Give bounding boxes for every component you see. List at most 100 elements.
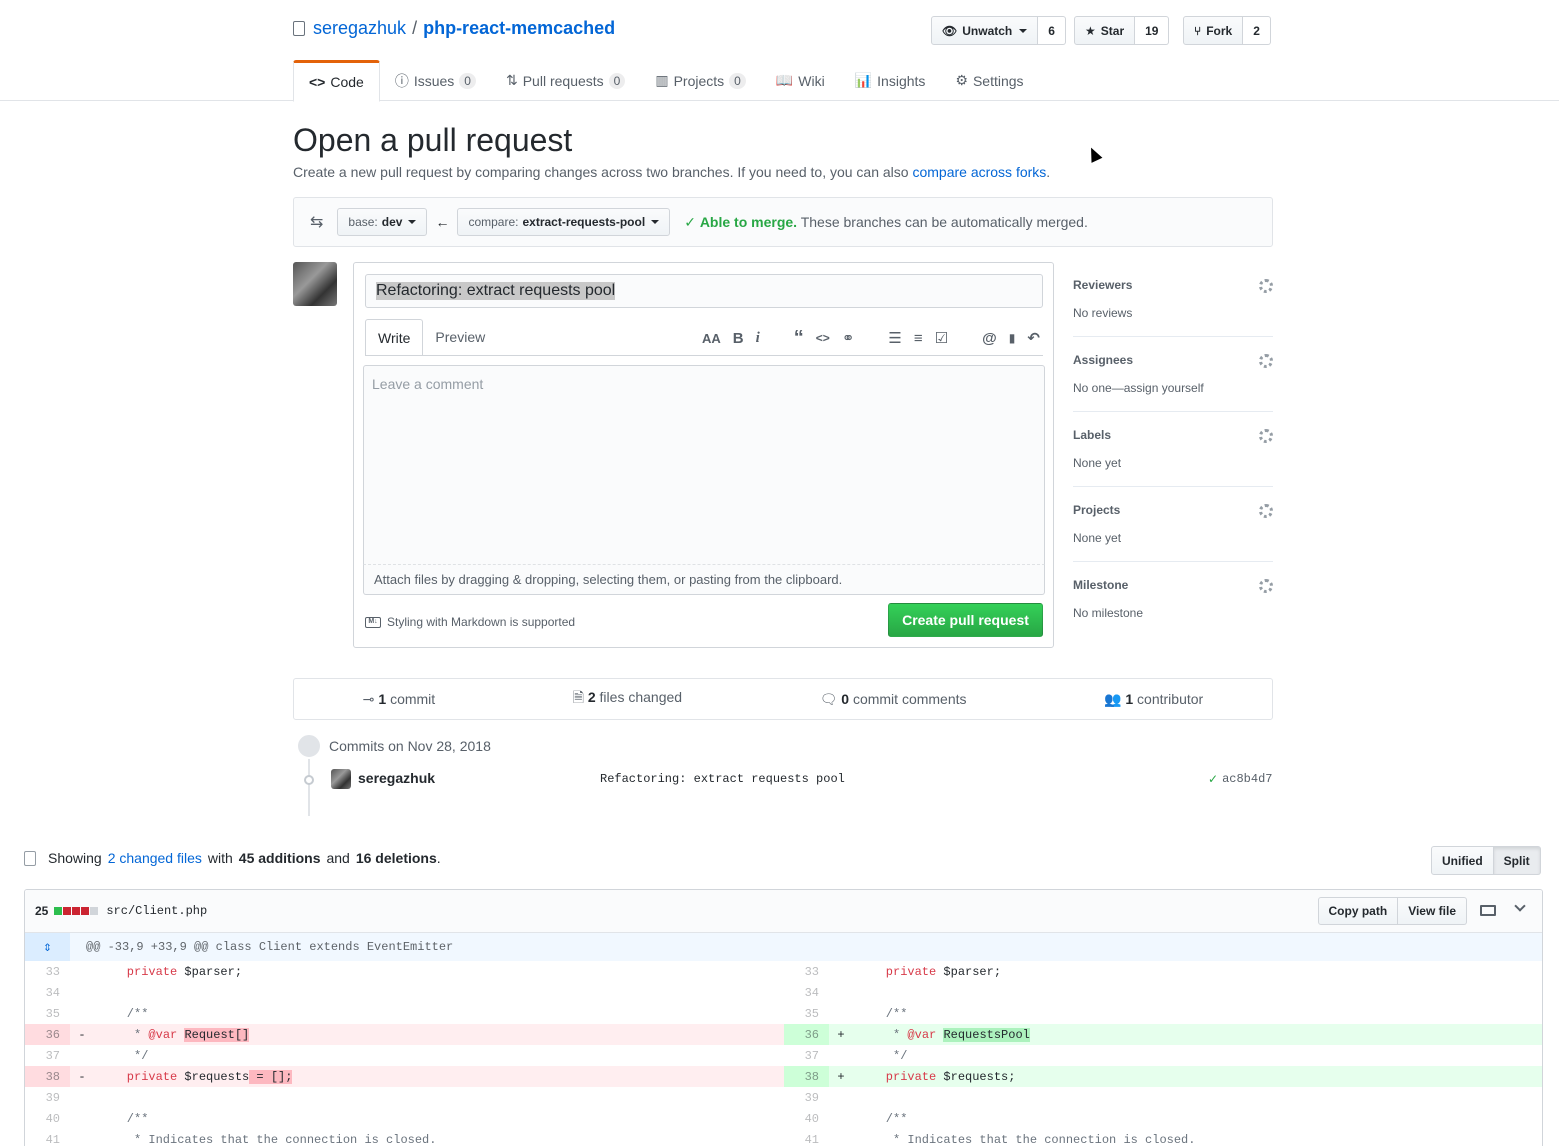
bookmark-icon[interactable]: ▮	[1009, 331, 1016, 345]
repo-owner-link[interactable]: seregazhuk	[313, 18, 406, 39]
star-count[interactable]: 19	[1135, 16, 1170, 45]
sidebar-assignees[interactable]: Assignees No one—assign yourself	[1073, 337, 1273, 412]
sidebar-projects[interactable]: Projects None yet	[1073, 487, 1273, 562]
split-button[interactable]: Split	[1493, 846, 1541, 875]
view-file-button[interactable]: View file	[1398, 897, 1467, 925]
line-number[interactable]: 35	[25, 1003, 70, 1024]
comments-count: 0	[841, 690, 850, 707]
gear-icon[interactable]	[1259, 429, 1273, 443]
line-number[interactable]: 40	[784, 1108, 829, 1129]
sidebar-labels[interactable]: Labels None yet	[1073, 412, 1273, 487]
summary-comments[interactable]: 🗨 0 commit comments	[820, 691, 967, 708]
watch-count[interactable]: 6	[1038, 16, 1066, 45]
reply-icon[interactable]: ↶	[1027, 329, 1040, 347]
gear-icon[interactable]	[1259, 579, 1273, 593]
line-number[interactable]: 41	[25, 1129, 70, 1146]
summary-commits[interactable]: ⊸ 1 commit	[363, 691, 435, 708]
sidebar-heading: Milestone	[1073, 578, 1129, 592]
sidebar-milestone[interactable]: Milestone No milestone	[1073, 562, 1273, 637]
line-number[interactable]: 37	[25, 1045, 70, 1066]
base-branch-select[interactable]: base: dev	[337, 208, 428, 236]
create-pull-request-button[interactable]: Create pull request	[888, 603, 1043, 637]
summary-contributors[interactable]: 👥 1 contributor	[1104, 691, 1203, 708]
line-number[interactable]: 34	[784, 982, 829, 1003]
expand-icon[interactable]: ⇕	[25, 933, 70, 961]
header-icon[interactable]: AA	[702, 331, 721, 346]
line-number[interactable]: 33	[25, 961, 70, 982]
mention-icon[interactable]: @	[982, 330, 997, 347]
chevron-down-icon	[408, 220, 417, 224]
copy-path-button[interactable]: Copy path	[1317, 897, 1399, 925]
unwatch-label: Unwatch	[962, 23, 1013, 38]
watch-group: 👁 Unwatch 6	[931, 16, 1066, 45]
code-icon[interactable]: <>	[816, 331, 830, 345]
ordered-list-icon[interactable]: ≡	[914, 330, 923, 347]
line-number[interactable]: 36	[784, 1024, 829, 1045]
commit-sha: ✓ ac8b4d7	[1208, 772, 1272, 786]
comment-textarea[interactable]: Leave a comment	[363, 365, 1045, 565]
fork-count[interactable]: 2	[1243, 16, 1271, 45]
gear-icon[interactable]	[1259, 279, 1273, 293]
quote-icon[interactable]: “	[794, 327, 804, 350]
sidebar-reviewers[interactable]: Reviewers No reviews	[1073, 262, 1273, 337]
merge-detail: These branches can be automatically merg…	[800, 213, 1088, 230]
italic-icon[interactable]: i	[756, 330, 760, 347]
line-number[interactable]: 36	[25, 1024, 70, 1045]
tab-preview[interactable]: Preview	[423, 319, 497, 355]
markdown-note[interactable]: M↓ Styling with Markdown is supported	[365, 615, 575, 629]
tab-projects[interactable]: ▥ Projects 0	[640, 60, 761, 101]
task-list-icon[interactable]: ☑	[935, 329, 948, 347]
line-number[interactable]: 33	[784, 961, 829, 982]
line-number[interactable]: 38	[784, 1066, 829, 1087]
line-number[interactable]: 39	[25, 1087, 70, 1108]
commit-sha-link[interactable]: ac8b4d7	[1222, 772, 1272, 786]
chevron-down-icon[interactable]	[1514, 900, 1526, 912]
tab-insights[interactable]: 📊 Insights	[840, 60, 941, 101]
unwatch-button[interactable]: 👁 Unwatch	[931, 16, 1039, 45]
commit-icon: ⊸	[362, 690, 375, 707]
line-number[interactable]: 34	[25, 982, 70, 1003]
changed-files-link[interactable]: 2 changed files	[108, 850, 202, 866]
code-line: */	[98, 1048, 149, 1063]
commit-author-link[interactable]: seregazhuk	[358, 770, 435, 786]
unordered-list-icon[interactable]: ☰	[888, 329, 901, 347]
commit-author-avatar[interactable]	[331, 769, 351, 789]
line-number[interactable]: 39	[784, 1087, 829, 1108]
repo-name-link[interactable]: php-react-memcached	[423, 18, 615, 39]
link-icon[interactable]: ⚭	[842, 329, 855, 347]
tab-issues[interactable]: ⓘ Issues 0	[380, 60, 491, 101]
commit-message-link[interactable]: Refactoring: extract requests pool	[600, 772, 845, 786]
fork-button[interactable]: ⑂ Fork	[1183, 16, 1244, 45]
tab-write[interactable]: Write	[365, 319, 424, 356]
pr-title-input[interactable]: Refactoring: extract requests pool	[365, 274, 1043, 308]
compare-forks-link[interactable]: compare across forks	[912, 164, 1046, 180]
tab-wiki[interactable]: 📖 Wiki	[761, 60, 840, 101]
compare-branch-select[interactable]: compare: extract-requests-pool	[457, 208, 671, 236]
line-number[interactable]: 40	[25, 1108, 70, 1129]
gear-icon: ⚙	[955, 72, 968, 88]
book-icon: 📖	[775, 72, 794, 88]
code-line	[853, 982, 1542, 1003]
file-actions: Copy path View file	[1317, 897, 1467, 925]
code-line: /**	[98, 1111, 149, 1126]
diff-row: 40 /** 40 /**	[25, 1108, 1542, 1129]
attach-files-zone[interactable]: Attach files by dragging & dropping, sel…	[363, 565, 1045, 595]
line-number[interactable]: 41	[784, 1129, 829, 1146]
line-number[interactable]: 35	[784, 1003, 829, 1024]
tab-pull-requests[interactable]: ⇅ Pull requests 0	[491, 60, 640, 101]
unified-button[interactable]: Unified	[1431, 846, 1494, 875]
star-group: ★ Star 19	[1074, 16, 1170, 45]
file-name-link[interactable]: src/Client.php	[106, 904, 207, 918]
summary-files[interactable]: 🗎 2 files changed	[573, 687, 682, 711]
bold-icon[interactable]: B	[733, 330, 744, 347]
gear-icon[interactable]	[1259, 504, 1273, 518]
star-button[interactable]: ★ Star	[1074, 16, 1136, 45]
line-number[interactable]: 38	[25, 1066, 70, 1087]
display-rich-diff-icon[interactable]	[1480, 905, 1496, 916]
tab-settings[interactable]: ⚙ Settings	[940, 60, 1038, 101]
pr-title-value: Refactoring: extract requests pool	[376, 282, 616, 300]
line-number[interactable]: 37	[784, 1045, 829, 1066]
tab-code[interactable]: <> Code	[293, 60, 380, 102]
sidebar-heading: Labels	[1073, 428, 1112, 442]
gear-icon[interactable]	[1259, 354, 1273, 368]
